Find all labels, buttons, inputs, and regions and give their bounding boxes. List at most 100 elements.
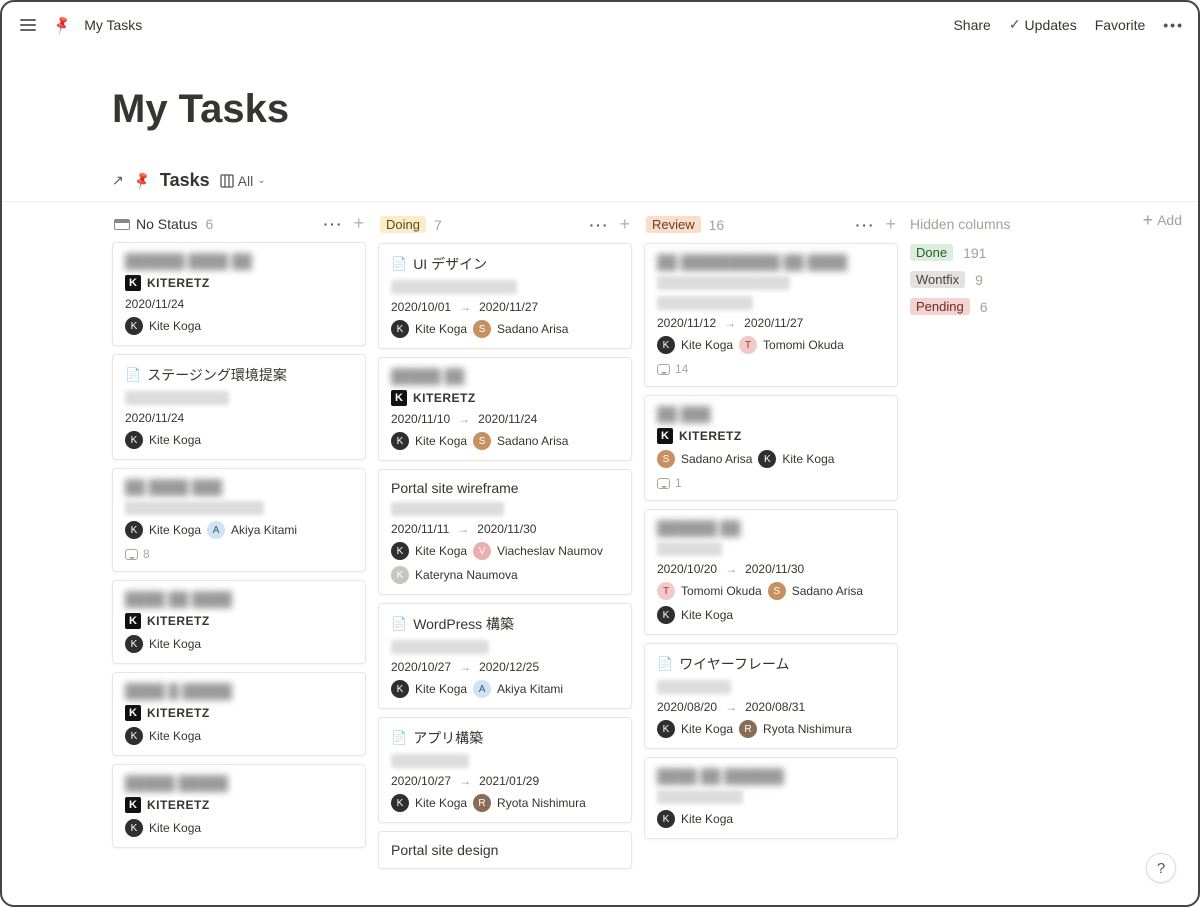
redacted-text: [657, 790, 743, 804]
menu-toggle[interactable]: [16, 15, 40, 35]
add-column-button[interactable]: + Add: [1143, 212, 1182, 228]
arrow-right-icon: →: [725, 562, 737, 576]
column-more-menu[interactable]: ···: [589, 217, 609, 233]
database-title[interactable]: Tasks: [160, 170, 210, 191]
card-assignees: KKite Koga: [125, 819, 353, 837]
kanban-card[interactable]: ██████ ████ ██KKITERETZ2020/11/24KKite K…: [112, 242, 366, 346]
updates-button[interactable]: ✓ Updates: [1009, 16, 1077, 33]
kanban-board: No Status6···+██████ ████ ██KKITERETZ202…: [2, 202, 1198, 877]
status-pill: Pending: [910, 298, 970, 315]
avatar: A: [473, 680, 491, 698]
share-button[interactable]: Share: [953, 17, 990, 33]
column-count: 6: [205, 216, 213, 232]
card-assignees: KKite Koga: [125, 727, 353, 745]
arrow-right-icon: →: [459, 774, 471, 788]
avatar: V: [473, 542, 491, 560]
assignee-name: Ryota Nishimura: [497, 796, 586, 810]
card-title: 📄WordPress 構築: [391, 614, 619, 634]
card-assignees: KKite Koga: [125, 431, 353, 449]
kanban-card[interactable]: 📄ステージング環境提案2020/11/24KKite Koga: [112, 354, 366, 460]
inbox-icon: [114, 219, 130, 230]
kanban-card[interactable]: █████ ██KKITERETZ2020/11/10→2020/11/24KK…: [378, 357, 632, 461]
kanban-card[interactable]: ████ ██ ██████KKite Koga: [644, 757, 898, 839]
card-date: 2020/11/24: [125, 297, 353, 311]
hidden-column-count: 6: [980, 299, 988, 315]
avatar: K: [391, 542, 409, 560]
kanban-column-doing: Doing7···+📄UI デザイン2020/10/01→2020/11/27K…: [378, 214, 632, 877]
avatar: K: [125, 431, 143, 449]
avatar: K: [125, 635, 143, 653]
view-selector[interactable]: All ⌄: [220, 173, 266, 189]
card-comments[interactable]: 14: [657, 362, 885, 376]
column-more-menu[interactable]: ···: [323, 216, 343, 232]
favorite-button[interactable]: Favorite: [1095, 17, 1146, 33]
kanban-card[interactable]: Portal site wireframe2020/11/11→2020/11/…: [378, 469, 632, 595]
avatar: K: [391, 566, 409, 584]
kanban-card[interactable]: ████ █ █████KKITERETZKKite Koga: [112, 672, 366, 756]
kanban-card[interactable]: ██ ██████████ ██ ████2020/11/12→2020/11/…: [644, 243, 898, 387]
assignee-name: Kite Koga: [782, 452, 834, 466]
assignee-name: Kateryna Naumova: [415, 568, 518, 582]
kanban-card[interactable]: Portal site design: [378, 831, 632, 869]
comment-icon: [657, 478, 670, 489]
card-title: 📄UI デザイン: [391, 254, 619, 274]
kanban-card[interactable]: ██ ███KKITERETZSSadano ArisaKKite Koga1: [644, 395, 898, 501]
document-icon: 📄: [391, 730, 407, 746]
avatar: K: [391, 680, 409, 698]
card-comments[interactable]: 8: [125, 547, 353, 561]
redacted-text: [125, 391, 229, 405]
kanban-card[interactable]: 📄UI デザイン2020/10/01→2020/11/27KKite KogaS…: [378, 243, 632, 349]
avatar: S: [657, 450, 675, 468]
column-add-card[interactable]: +: [885, 217, 896, 233]
card-assignees: KKite KogaSSadano Arisa: [391, 432, 619, 450]
column-header[interactable]: Doing7···+: [378, 214, 632, 243]
column-add-card[interactable]: +: [619, 217, 630, 233]
card-assignees: KKite KogaTTomomi Okuda: [657, 336, 885, 354]
open-as-page-icon[interactable]: ↗: [112, 172, 124, 189]
page-title: My Tasks: [2, 71, 1198, 140]
comment-icon: [657, 364, 670, 375]
avatar: S: [473, 320, 491, 338]
assignee-name: Kite Koga: [415, 682, 467, 696]
kanban-card[interactable]: ██ ████ ███KKite KogaAAkiya Kitami8: [112, 468, 366, 572]
assignee-name: Ryota Nishimura: [763, 722, 852, 736]
card-comments[interactable]: 1: [657, 476, 885, 490]
card-title: ██ ███: [657, 406, 885, 422]
kanban-card[interactable]: 📄WordPress 構築2020/10/27→2020/12/25KKite …: [378, 603, 632, 709]
column-header[interactable]: No Status6···+: [112, 214, 366, 242]
card-title: ██ ████ ███: [125, 479, 353, 495]
more-menu[interactable]: •••: [1163, 17, 1184, 33]
help-button[interactable]: ?: [1146, 853, 1176, 883]
arrow-right-icon: →: [724, 316, 736, 330]
kanban-column-nostatus: No Status6···+██████ ████ ██KKITERETZ202…: [112, 214, 366, 856]
column-add-card[interactable]: +: [353, 216, 364, 232]
column-header[interactable]: Review16···+: [644, 214, 898, 243]
kanban-card[interactable]: █████ █████KKITERETZKKite Koga: [112, 764, 366, 848]
hidden-column-item[interactable]: Wontfix9: [910, 271, 1110, 288]
assignee-name: Kite Koga: [415, 322, 467, 336]
card-title: Portal site design: [391, 842, 619, 858]
kanban-column-review: Review16···+██ ██████████ ██ ████2020/11…: [644, 214, 898, 847]
assignee-name: Kite Koga: [681, 338, 733, 352]
assignee-name: Sadano Arisa: [497, 322, 568, 336]
column-count: 16: [709, 217, 725, 233]
avatar: R: [473, 794, 491, 812]
kanban-card[interactable]: ████ ██ ████KKITERETZKKite Koga: [112, 580, 366, 664]
kanban-card[interactable]: ██████ ██2020/10/20→2020/11/30TTomomi Ok…: [644, 509, 898, 635]
kanban-card[interactable]: 📄アプリ構築2020/10/27→2021/01/29KKite KogaRRy…: [378, 717, 632, 823]
avatar: K: [125, 317, 143, 335]
card-tag: KKITERETZ: [125, 613, 353, 629]
brand-logo-icon: K: [125, 613, 141, 629]
column-more-menu[interactable]: ···: [855, 217, 875, 233]
kanban-card[interactable]: 📄ワイヤーフレーム2020/08/20→2020/08/31KKite Koga…: [644, 643, 898, 749]
breadcrumb[interactable]: My Tasks: [84, 17, 142, 33]
redacted-text: [125, 501, 264, 515]
assignee-name: Akiya Kitami: [497, 682, 563, 696]
check-icon: ✓: [1009, 16, 1021, 33]
document-icon: 📄: [125, 367, 141, 383]
pin-icon: 📌: [51, 14, 73, 36]
hidden-column-item[interactable]: Done191: [910, 244, 1110, 261]
hidden-column-item[interactable]: Pending 6: [910, 298, 1110, 315]
assignee-name: Kite Koga: [681, 722, 733, 736]
status-pill: Done: [910, 244, 953, 261]
